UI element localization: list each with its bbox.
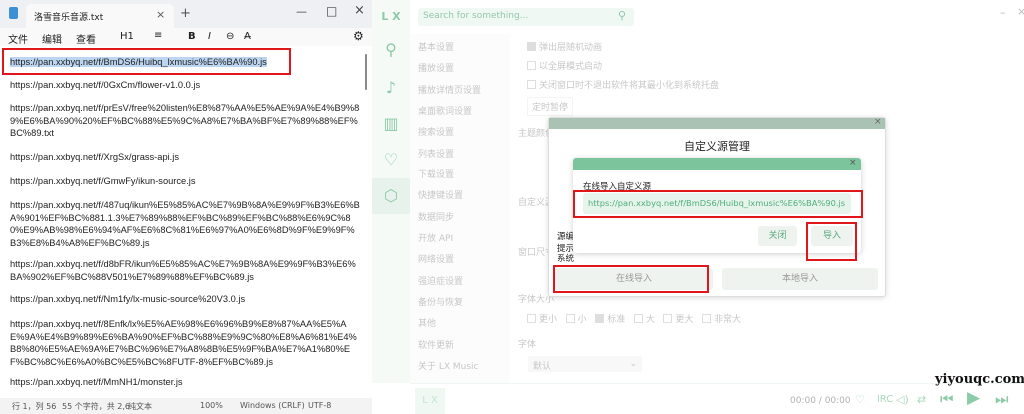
close-tab-icon[interactable]: × [156,8,165,21]
text-line: https://pan.xxbyq.net/f/487uq/ikun%E5%85… [10,200,360,248]
cursor-position: 行 1，列 56 [12,402,57,411]
minimize-icon[interactable]: — [296,5,307,18]
settings-gear-icon[interactable]: ⚙ [353,29,364,43]
tab-file[interactable]: 洛雪音乐音源.txt × [26,4,174,28]
notepad-titlebar: 洛雪音乐音源.txt × + — □ × [0,0,372,28]
link-button[interactable]: ⊖ [226,31,234,42]
menu-view[interactable]: 查看 [76,31,96,46]
close-icon[interactable]: × [874,117,882,127]
close-icon[interactable]: × [354,3,365,18]
char-count: 55 个字符，共 2,6 [62,402,130,411]
text-line: https://pan.xxbyq.net/f/8Enfk/lx%E5%AE%9… [10,319,357,367]
notepad-app-icon [9,7,18,19]
new-tab-icon[interactable]: + [180,6,191,21]
watermark: yiyouqc.com [935,372,1024,387]
highlight-box [2,48,291,75]
text-line: https://pan.xxbyq.net/f/GmwFy/ikun-sourc… [10,176,196,186]
dialog-header [549,118,885,129]
local-import-button[interactable]: 本地导入 [722,268,878,290]
encoding: UTF-8 [308,401,332,410]
dialog-title: 自定义源管理 [684,140,750,153]
text-line: https://pan.xxbyq.net/f/prEsV/free%20lis… [10,103,360,138]
status-bar: 行 1，列 56 55 个字符，共 2,6 纯文本 100% Windows (… [0,398,372,414]
text-line: https://pan.xxbyq.net/f/Nm1fy/lx-music-s… [10,294,246,304]
notepad-text-area[interactable]: https://pan.xxbyq.net/f/BmDS6/Huibq_lxmu… [0,46,372,398]
dialog-hint: 系统 [557,254,575,264]
menu-file[interactable]: 文件 [8,31,28,46]
highlight-box [806,222,857,261]
close-button[interactable]: 关闭 [758,226,797,246]
menu-edit[interactable]: 编辑 [42,31,62,46]
inner-dialog-header [573,158,861,170]
heading-dropdown[interactable]: H1 [120,31,134,42]
text-line: https://pan.xxbyq.net/f/0GxCm/flower-v1.… [10,80,201,90]
tab-title: 洛雪音乐音源.txt [34,13,104,23]
zoom-level: 100% [200,401,223,410]
italic-button[interactable]: I [208,31,211,42]
bold-button[interactable]: B [188,31,196,42]
highlight-box [553,265,709,293]
highlight-box [573,190,863,218]
scrollbar[interactable] [365,54,367,90]
dialog-hint: 源编 [557,232,575,242]
file-type: 纯文本 [128,402,152,411]
close-icon[interactable]: × [849,158,857,168]
notepad-menubar: 文件 编辑 查看 H1 ≡ B I ⊖ A̶ ⚙ [0,28,372,46]
clear-format-button[interactable]: A̶ [244,31,251,42]
text-line: https://pan.xxbyq.net/f/XrgSx/grass-api.… [10,152,179,162]
maximize-icon[interactable]: □ [326,4,337,18]
text-line: https://pan.xxbyq.net/f/MmNH1/monster.js [10,377,183,387]
text-line: https://pan.xxbyq.net/f/d8bFR/ikun%E5%85… [10,259,356,282]
list-dropdown[interactable]: ≡ [154,30,162,41]
line-ending: Windows (CRLF) [240,401,305,410]
